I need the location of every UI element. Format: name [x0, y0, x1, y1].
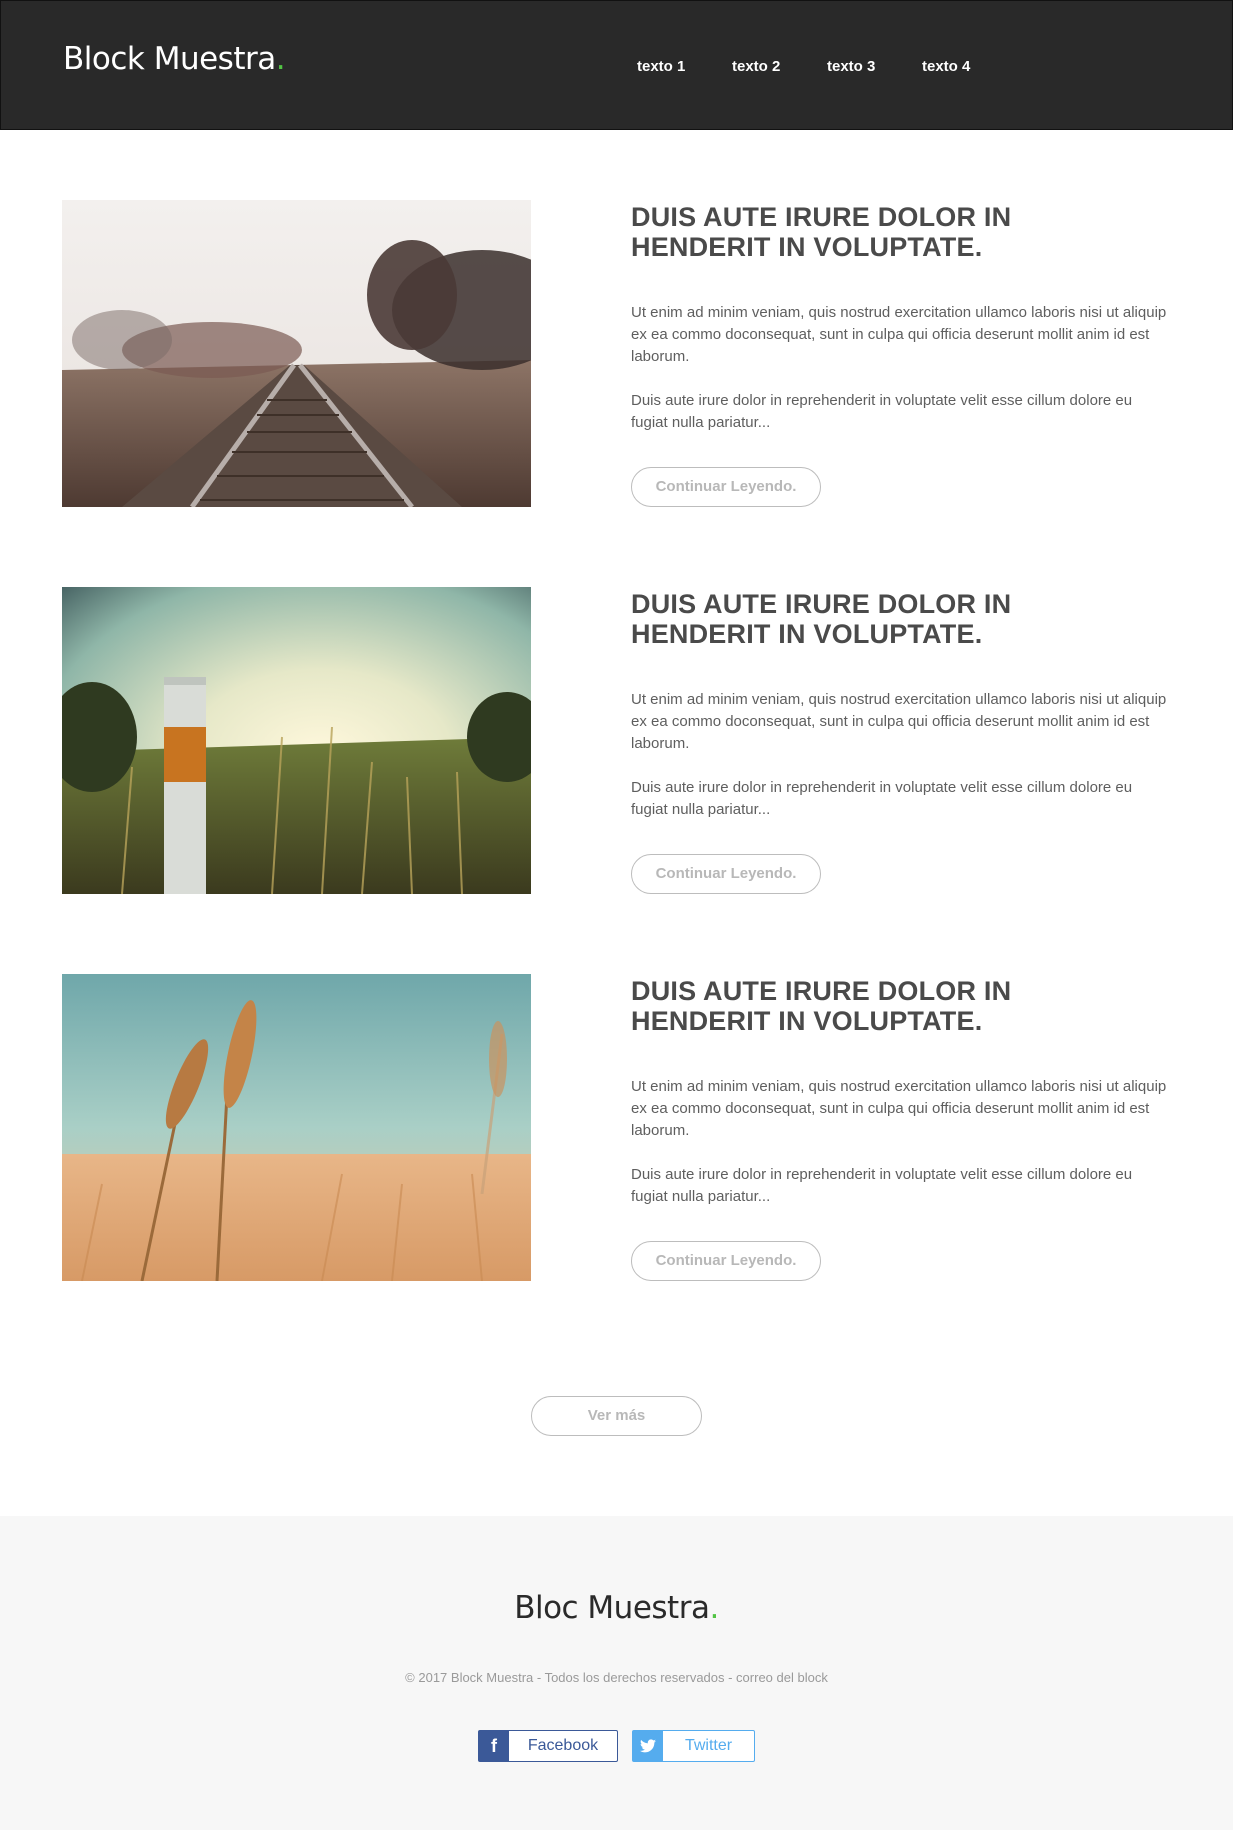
post-excerpt: Ut enim ad minim veniam, quis nostrud ex… — [631, 304, 1167, 365]
nav-link-texto-2[interactable]: texto 2 — [732, 58, 827, 75]
post-excerpt-2: Duis aute irure dolor in reprehenderit i… — [631, 779, 1133, 818]
railway-tracks-photo[interactable] — [62, 200, 531, 507]
nav-link-texto-1[interactable]: texto 1 — [637, 58, 732, 75]
post-excerpt: Ut enim ad minim veniam, quis nostrud ex… — [631, 1078, 1167, 1139]
footer-logo-text: Bloc Muestra — [514, 1590, 710, 1626]
post-title[interactable]: DUIS AUTE IRURE DOLOR IN HENDERIT IN VOL… — [631, 202, 1051, 262]
post-excerpt: Ut enim ad minim veniam, quis nostrud ex… — [631, 691, 1167, 752]
site-footer: Bloc Muestra. © 2017 Block Muestra - Tod… — [0, 1516, 1233, 1830]
logo-dot: . — [275, 41, 286, 77]
blog-post: DUIS AUTE IRURE DOLOR IN HENDERIT IN VOL… — [0, 587, 1233, 897]
read-more-button[interactable]: Continuar Leyendo. — [631, 1241, 821, 1281]
footer-logo-dot: . — [709, 1590, 719, 1626]
blog-post: DUIS AUTE IRURE DOLOR IN HENDERIT IN VOL… — [0, 200, 1233, 510]
read-more-button[interactable]: Continuar Leyendo. — [631, 467, 821, 507]
wheat-field-photo[interactable] — [62, 974, 531, 1281]
post-excerpt-2: Duis aute irure dolor in reprehenderit i… — [631, 392, 1133, 431]
post-title[interactable]: DUIS AUTE IRURE DOLOR IN HENDERIT IN VOL… — [631, 976, 1051, 1036]
main-nav: texto 1 texto 2 texto 3 texto 4 — [637, 58, 1017, 75]
read-more-button[interactable]: Continuar Leyendo. — [631, 854, 821, 894]
post-title[interactable]: DUIS AUTE IRURE DOLOR IN HENDERIT IN VOL… — [631, 589, 1051, 649]
twitter-label: Twitter — [684, 1737, 733, 1754]
facebook-button[interactable]: f Facebook — [478, 1730, 618, 1762]
twitter-button[interactable]: Twitter — [632, 1730, 755, 1762]
nav-link-texto-4[interactable]: texto 4 — [922, 58, 1017, 75]
blog-post: DUIS AUTE IRURE DOLOR IN HENDERIT IN VOL… — [0, 974, 1233, 1284]
facebook-label: Facebook — [527, 1737, 599, 1754]
post-excerpt-2: Duis aute irure dolor in reprehenderit i… — [631, 1166, 1133, 1205]
load-more-button[interactable]: Ver más — [531, 1396, 702, 1436]
nav-link-texto-3[interactable]: texto 3 — [827, 58, 922, 75]
sunset-grass-post-photo[interactable] — [62, 587, 531, 894]
copyright-text: © 2017 Block Muestra - Todos los derecho… — [405, 1670, 828, 1685]
twitter-icon — [633, 1731, 663, 1761]
footer-logo[interactable]: Bloc Muestra. — [0, 1590, 1233, 1626]
facebook-icon: f — [479, 1731, 509, 1761]
logo-text: Block Muestra — [63, 41, 276, 77]
site-header: Block Muestra. texto 1 texto 2 texto 3 t… — [0, 0, 1233, 130]
site-logo[interactable]: Block Muestra. — [63, 41, 286, 77]
